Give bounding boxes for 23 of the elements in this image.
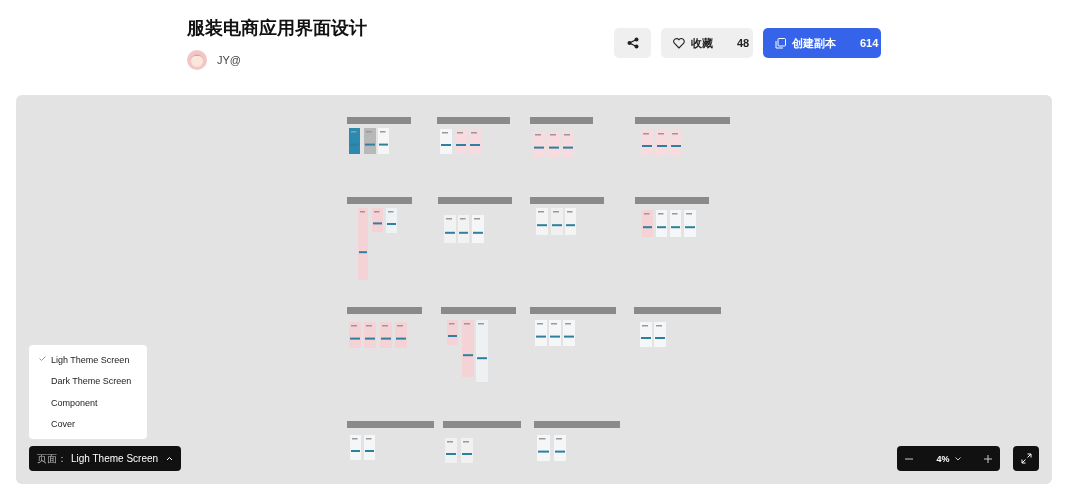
favorite-button[interactable]: 收藏 48 (661, 28, 753, 58)
expand-icon (1020, 453, 1032, 464)
plus-icon (984, 454, 992, 463)
artboard-thumbnail (530, 117, 593, 157)
share-button[interactable] (614, 28, 651, 58)
author-name: JY@ (217, 54, 241, 66)
duplicate-button[interactable]: 创建副本 614 (763, 28, 881, 58)
zoom-in-button[interactable] (984, 454, 992, 463)
zoom-level-dropdown[interactable]: 4% (936, 453, 961, 464)
page-menu-item[interactable]: Component (29, 392, 147, 414)
caret-icon (166, 456, 174, 461)
share-icon (626, 37, 639, 49)
page-menu-item[interactable]: Ligh Theme Screen (29, 349, 147, 371)
copy-icon (775, 37, 786, 49)
caret-icon (954, 456, 961, 461)
page-selector[interactable]: 页面： Ligh Theme Screen (29, 446, 182, 471)
fullscreen-button[interactable] (1013, 446, 1039, 471)
artboard-thumbnail (347, 117, 411, 154)
avatar-icon (187, 50, 207, 70)
page-menu-item[interactable]: Cover (29, 413, 147, 435)
page-title: 服装电商应用界面设计 (187, 17, 367, 40)
page-menu-item[interactable]: Dark Theme Screen (29, 370, 147, 392)
heart-icon (673, 37, 685, 49)
